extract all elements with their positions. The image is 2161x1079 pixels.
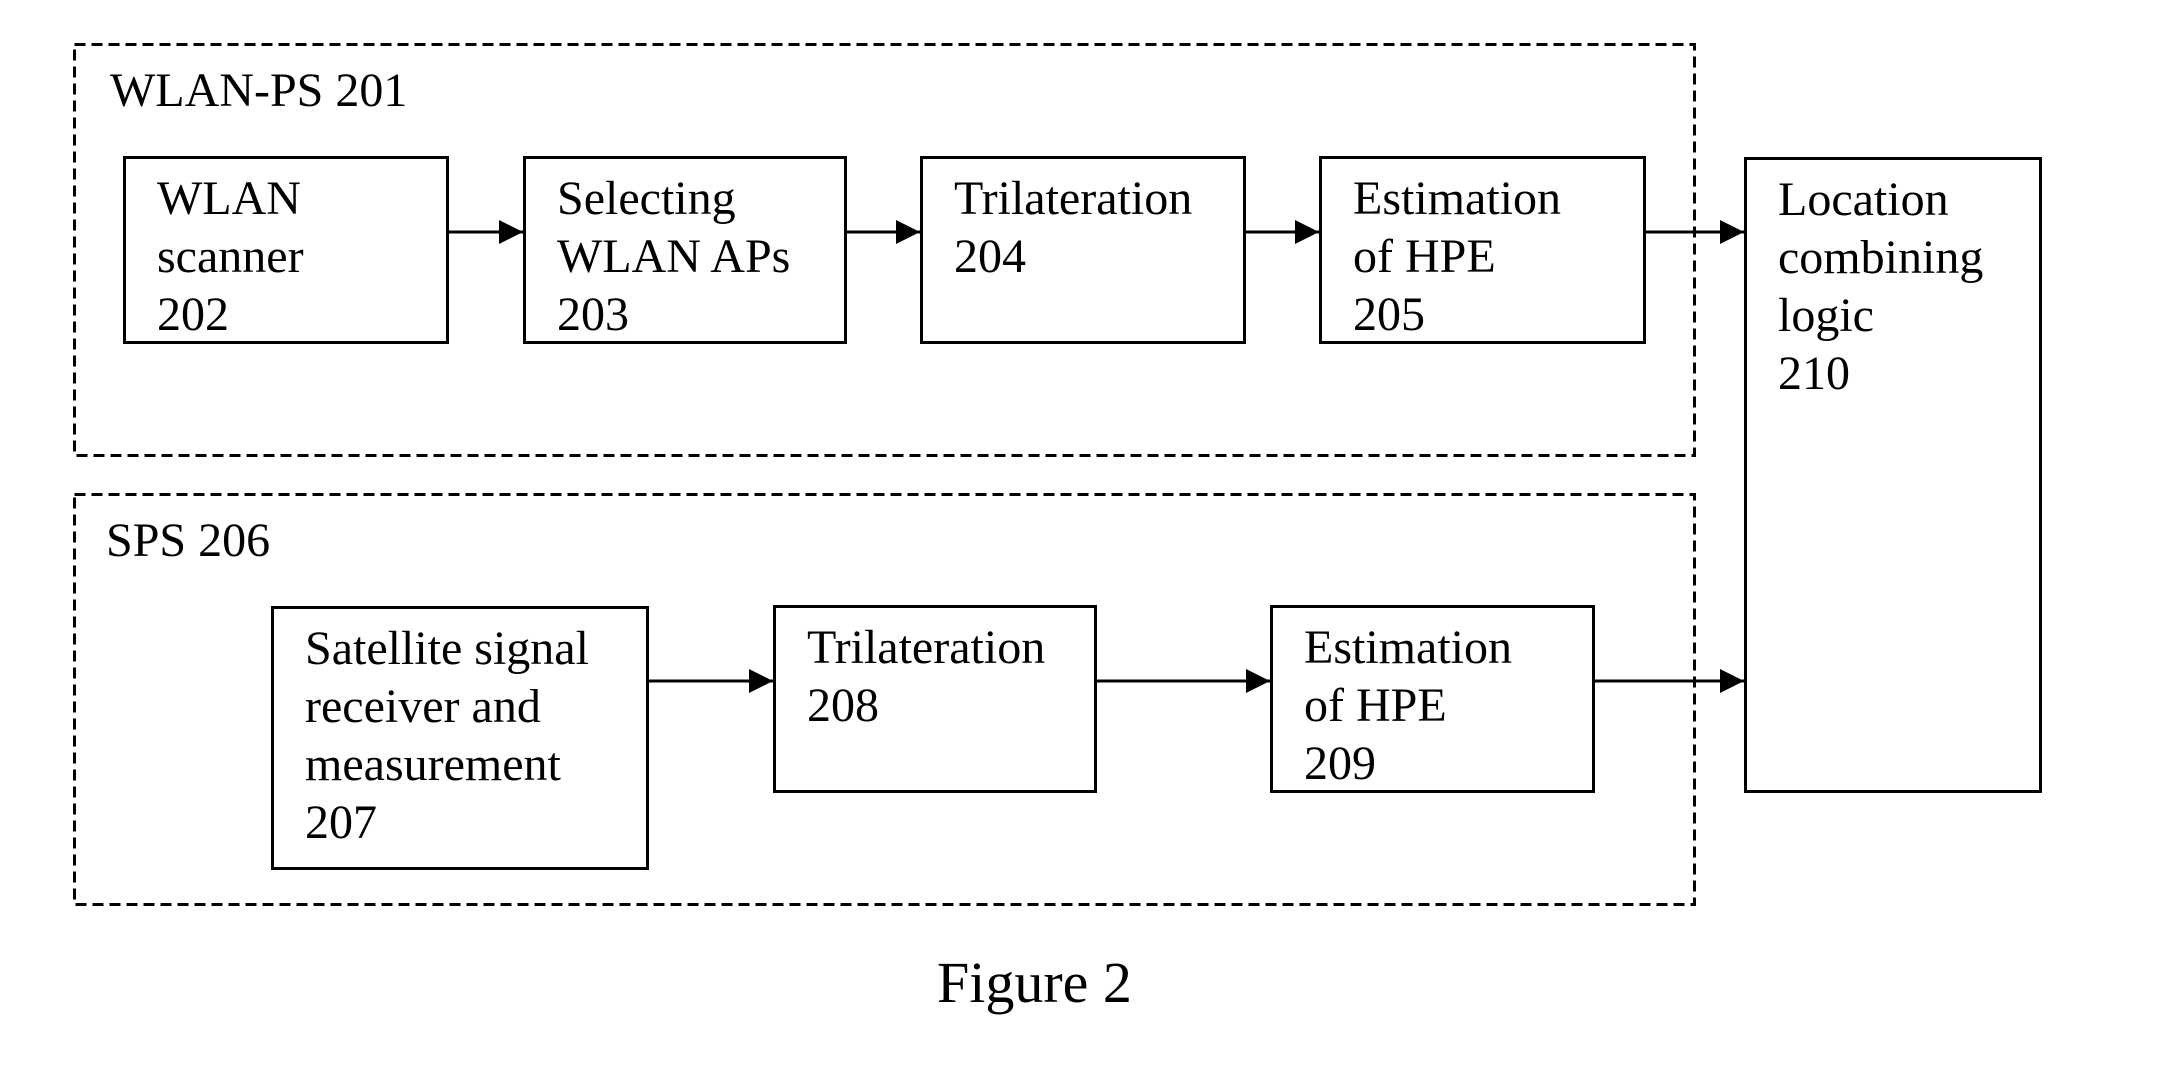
block-line: of HPE bbox=[1304, 679, 1447, 732]
wlan-ps-group-label: WLAN-PS 201 bbox=[110, 64, 408, 117]
block-ref-number: 205 bbox=[1353, 288, 1425, 341]
block-line: Estimation bbox=[1353, 172, 1561, 225]
block-line: measurement bbox=[305, 738, 561, 791]
block-line: WLAN APs bbox=[557, 230, 791, 283]
block-ref-number: 208 bbox=[807, 679, 879, 732]
block-wlan-scanner: WLAN scanner 202 bbox=[123, 156, 449, 344]
block-selecting-wlan-aps: Selecting WLAN APs 203 bbox=[523, 156, 847, 344]
block-line: Trilateration bbox=[807, 621, 1046, 674]
block-ref-number: 210 bbox=[1778, 347, 1850, 400]
block-trilateration-wlan: Trilateration 204 bbox=[920, 156, 1246, 344]
figure-caption: Figure 2 bbox=[937, 950, 1132, 1015]
block-ref-number: 209 bbox=[1304, 737, 1376, 790]
block-line: combining bbox=[1778, 231, 1984, 284]
block-selecting-wlan-aps-text: Selecting WLAN APs 203 bbox=[557, 170, 790, 344]
block-wlan-scanner-text: WLAN scanner 202 bbox=[157, 170, 304, 344]
block-ref-number: 203 bbox=[557, 288, 629, 341]
block-estimation-hpe-sps: Estimation of HPE 209 bbox=[1270, 605, 1595, 793]
block-satellite-signal-receiver-text: Satellite signal receiver and measuremen… bbox=[305, 620, 589, 852]
block-trilateration-sps-text: Trilateration 208 bbox=[807, 619, 1045, 735]
block-line: receiver and bbox=[305, 680, 541, 733]
sps-group-label: SPS 206 bbox=[106, 514, 271, 567]
block-estimation-hpe-sps-text: Estimation of HPE 209 bbox=[1304, 619, 1512, 793]
block-line: Satellite signal bbox=[305, 622, 589, 675]
block-ref-number: 204 bbox=[954, 230, 1026, 283]
block-trilateration-wlan-text: Trilateration 204 bbox=[954, 170, 1192, 286]
block-location-combining-logic: Location combining logic 210 bbox=[1744, 157, 2042, 793]
block-trilateration-sps: Trilateration 208 bbox=[773, 605, 1097, 793]
block-line: scanner bbox=[157, 230, 304, 283]
block-line: Selecting bbox=[557, 172, 736, 225]
block-ref-number: 207 bbox=[305, 796, 377, 849]
block-estimation-hpe-wlan-text: Estimation of HPE 205 bbox=[1353, 170, 1561, 344]
block-location-combining-logic-text: Location combining logic 210 bbox=[1778, 171, 1983, 403]
block-line: Estimation bbox=[1304, 621, 1512, 674]
block-line: Location bbox=[1778, 173, 1949, 226]
block-satellite-signal-receiver: Satellite signal receiver and measuremen… bbox=[271, 606, 649, 870]
block-estimation-hpe-wlan: Estimation of HPE 205 bbox=[1319, 156, 1646, 344]
block-line: of HPE bbox=[1353, 230, 1496, 283]
block-line: WLAN bbox=[157, 172, 301, 225]
block-ref-number: 202 bbox=[157, 288, 229, 341]
block-line: Trilateration bbox=[954, 172, 1193, 225]
block-line: logic bbox=[1778, 289, 1874, 342]
